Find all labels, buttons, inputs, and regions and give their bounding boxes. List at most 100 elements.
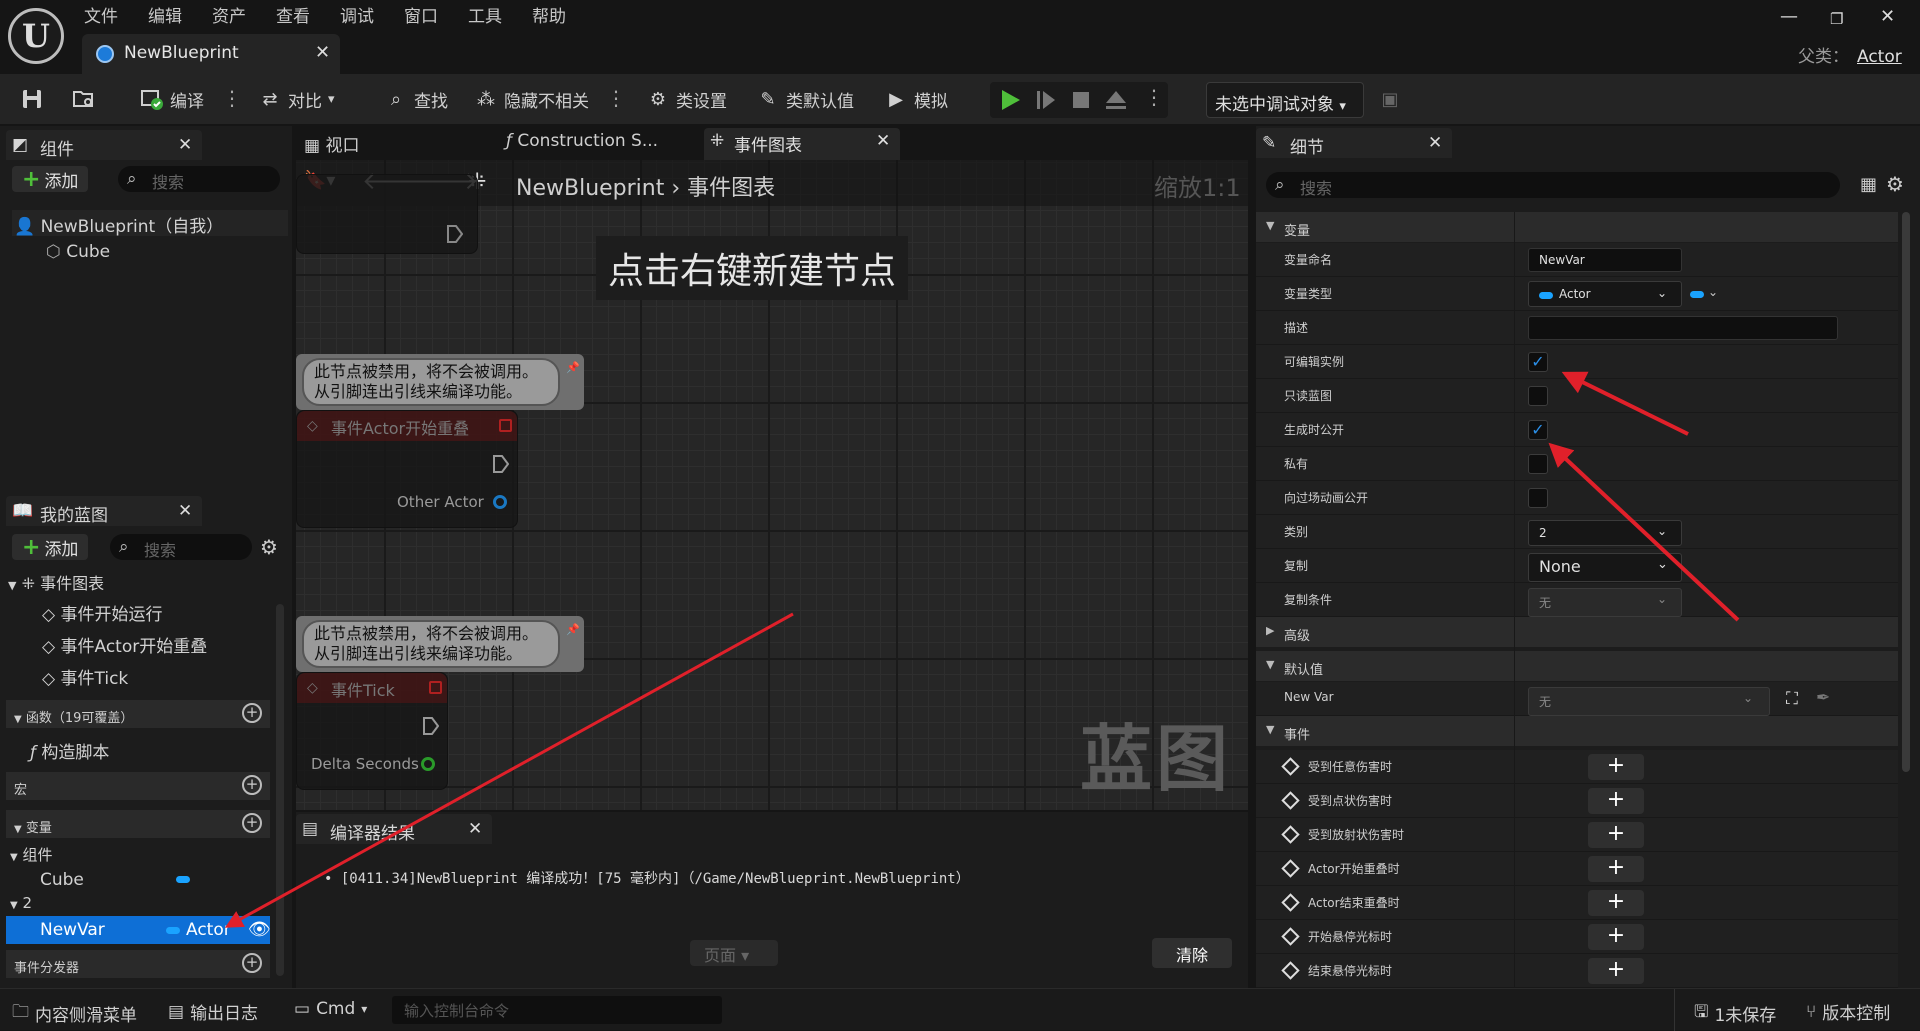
minimize-icon[interactable]: — [1780, 6, 1798, 27]
eye-icon[interactable]: 👁 [248, 919, 271, 940]
replication-condition-select[interactable]: 无 ⌄ [1528, 588, 1682, 617]
add-variable-icon[interactable]: + [242, 813, 262, 833]
menu-debug[interactable]: 调试 [340, 2, 374, 30]
details-search-input[interactable]: ⌕ 搜索 [1266, 172, 1840, 198]
details-tab[interactable]: ✎ 细节 ✕ [1256, 128, 1452, 158]
tab-construction-script[interactable]: ƒ Construction S... [506, 131, 658, 151]
event-dispatchers-section[interactable]: 事件分发器 + [6, 950, 270, 978]
compile-button[interactable]: 编译 [140, 86, 204, 112]
tick-node[interactable]: 事件Tick ◇ Delta Seconds [296, 672, 448, 790]
component-root-item[interactable]: 👤 NewBlueprint（自我） [12, 210, 288, 237]
content-drawer-button[interactable]: 🗀 内容侧滑菜单 [12, 999, 137, 1028]
advance-frame-icon[interactable] [1034, 88, 1058, 112]
description-input[interactable] [1528, 316, 1838, 340]
variable-item-cube[interactable]: Cube [40, 870, 84, 890]
close-icon[interactable]: ✕ [876, 131, 890, 151]
section-variable[interactable]: ▼ 变量 [1256, 212, 1898, 242]
tab-event-graph[interactable]: ⁜ 事件图表 ✕ [704, 128, 900, 160]
parent-class-link[interactable]: Actor [1857, 47, 1902, 67]
simulate-button[interactable]: ▶ 模拟 [884, 86, 948, 112]
close-icon[interactable]: ✕ [468, 819, 482, 839]
browse-asset-icon[interactable]: ⛶ [1786, 689, 1798, 709]
add-dispatcher-icon[interactable]: + [242, 953, 262, 973]
object-pin-icon[interactable] [493, 495, 507, 509]
event-item-begin-play[interactable]: ◇ 事件开始运行 [42, 600, 162, 625]
menu-asset[interactable]: 资产 [212, 2, 246, 30]
play-options-icon[interactable]: ⋮ [1144, 85, 1164, 109]
add-function-icon[interactable]: + [242, 703, 262, 723]
scrollbar[interactable] [276, 604, 284, 976]
eyedropper-icon[interactable]: ✒ [1816, 688, 1830, 708]
add-event-button[interactable]: + [1588, 924, 1644, 950]
replication-select[interactable]: None ⌄ [1528, 553, 1682, 582]
section-events[interactable]: ▼ 事件 [1256, 716, 1898, 746]
console-command-input[interactable]: 输入控制台命令 [392, 996, 722, 1024]
category-select[interactable]: 2 ⌄ [1528, 520, 1682, 546]
gear-icon[interactable]: ⚙ [260, 535, 278, 559]
source-control-button[interactable]: ⑂ 版本控制 [1806, 999, 1890, 1025]
class-defaults-button[interactable]: ✎ 类默认值 [756, 86, 854, 112]
add-member-button[interactable]: + 添加 [12, 534, 89, 560]
close-icon[interactable]: ✕ [178, 501, 192, 521]
components-tab[interactable]: ◩ 组件 ✕ [6, 130, 202, 160]
debug-filter-button[interactable]: ▣ [1378, 86, 1402, 112]
more-options-icon[interactable]: ⋮ [606, 86, 626, 110]
page-select[interactable]: 页面 ▾ [690, 940, 778, 966]
debug-object-select[interactable]: 未选中调试对象 ▾ [1206, 82, 1364, 118]
compile-options-icon[interactable]: ⋮ [222, 86, 242, 110]
close-window-icon[interactable]: ✕ [1880, 6, 1895, 27]
my-blueprint-search-input[interactable]: ⌕ 搜索 [110, 534, 252, 560]
private-checkbox[interactable] [1528, 454, 1548, 474]
cmd-select[interactable]: ▭ Cmd ▾ [294, 999, 367, 1019]
event-item-tick[interactable]: ◇ 事件Tick [42, 664, 128, 689]
add-event-button[interactable]: + [1588, 822, 1644, 848]
add-event-button[interactable]: + [1588, 754, 1644, 780]
add-event-button[interactable]: + [1588, 958, 1644, 984]
exec-out-pin-icon[interactable] [423, 717, 439, 735]
readonly-checkbox[interactable] [1528, 386, 1548, 406]
my-blueprint-tab[interactable]: 📖 我的蓝图 ✕ [6, 496, 202, 526]
diff-button[interactable]: ⇄ 对比 ▾ [258, 86, 334, 112]
menu-edit[interactable]: 编辑 [148, 2, 182, 30]
add-macro-icon[interactable]: + [242, 775, 262, 795]
eject-icon[interactable] [1104, 88, 1128, 112]
disabled-node-comment[interactable]: 此节点被禁用，将不会被调用。 从引脚连出引线来编译功能。 📌 [296, 354, 584, 410]
add-event-button[interactable]: + [1588, 856, 1644, 882]
category-2[interactable]: ▼ 2 [10, 894, 32, 912]
default-value-select[interactable]: 无 ⌄ [1528, 687, 1770, 716]
section-default-value[interactable]: ▼ 默认值 [1256, 651, 1898, 681]
hide-unrelated-button[interactable]: ⁂ 隐藏不相关 [474, 86, 589, 112]
float-pin-icon[interactable] [421, 757, 435, 771]
instance-editable-checkbox[interactable]: ✓ [1528, 352, 1548, 372]
menu-help[interactable]: 帮助 [532, 2, 566, 30]
container-type-select[interactable]: ⌄ [1690, 285, 1726, 303]
scrollbar[interactable] [1902, 212, 1910, 772]
document-tab[interactable]: NewBlueprint ✕ [82, 34, 340, 74]
actor-overlap-node[interactable]: 事件Actor开始重叠 ◇ Other Actor [296, 410, 518, 528]
components-search-input[interactable]: ⌕ 搜索 [118, 166, 280, 192]
breadcrumb-root[interactable]: NewBlueprint [516, 176, 664, 201]
unsaved-button[interactable]: 🖫 1未保存 [1694, 999, 1776, 1028]
event-item-actor-overlap[interactable]: ◇ 事件Actor开始重叠 [42, 632, 207, 657]
add-event-button[interactable]: + [1588, 788, 1644, 814]
exec-out-pin-icon[interactable] [493, 455, 509, 473]
expose-on-spawn-checkbox[interactable]: ✓ [1528, 420, 1548, 440]
variables-section[interactable]: ▼ 变量 + [6, 810, 270, 838]
delegate-pin-icon[interactable] [429, 681, 442, 694]
close-tab-icon[interactable]: ✕ [315, 42, 330, 63]
add-component-button[interactable]: + 添加 [12, 166, 89, 192]
section-advanced[interactable]: ▶ 高级 [1256, 617, 1898, 647]
event-graph-category[interactable]: ▼ ⁜ 事件图表 [8, 570, 104, 594]
browse-button[interactable] [72, 86, 96, 112]
variable-item-newvar[interactable]: NewVar Actor 👁 [6, 916, 271, 944]
compiler-results-tab[interactable]: ▤ 编译器结果 ✕ [296, 814, 492, 844]
menu-window[interactable]: 窗口 [404, 2, 438, 30]
gear-icon[interactable]: ⚙ [1886, 172, 1904, 196]
expose-cinematics-checkbox[interactable] [1528, 488, 1548, 508]
components-category[interactable]: ▼ 组件 [10, 844, 53, 865]
exec-out-pin-icon[interactable] [447, 225, 463, 243]
graph-canvas[interactable]: 🔖▾ 🡐 🡒 ⁜ NewBlueprint › 事件图表 缩放1:1 点击右键新… [296, 160, 1248, 810]
pin-comment-icon[interactable]: 📌 [566, 358, 580, 378]
tab-viewport[interactable]: ▦ 视口 [304, 131, 359, 156]
begin-play-node[interactable] [296, 174, 478, 254]
